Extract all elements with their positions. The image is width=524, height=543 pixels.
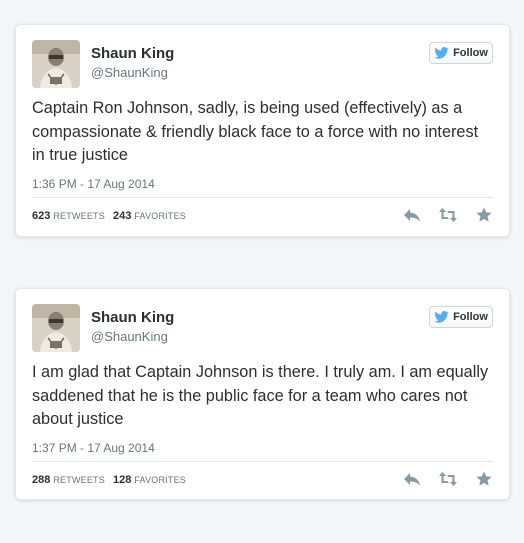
tweet-actions (403, 471, 493, 487)
follow-button-label: Follow (453, 47, 488, 59)
follow-button-label: Follow (453, 311, 488, 323)
divider (32, 461, 493, 462)
divider (32, 197, 493, 198)
tweet-timestamp[interactable]: 1:37 PM - 17 Aug 2014 (32, 441, 155, 455)
retweet-icon[interactable] (439, 207, 457, 223)
follow-button[interactable]: Follow (429, 42, 493, 64)
favorite-count[interactable]: 128 (113, 474, 131, 486)
follow-button[interactable]: Follow (429, 306, 493, 328)
avatar[interactable] (32, 40, 80, 88)
user-handle[interactable]: @ShaunKing (91, 329, 168, 344)
favorite-count-label[interactable]: FAVORITES (134, 211, 186, 221)
favorite-count-label[interactable]: FAVORITES (134, 475, 186, 485)
retweet-count[interactable]: 288 (32, 474, 50, 486)
twitter-bird-icon (434, 311, 449, 323)
reply-icon[interactable] (403, 207, 421, 223)
tweet-text: I am glad that Captain Johnson is there.… (32, 363, 489, 428)
avatar[interactable] (32, 304, 80, 352)
favorite-count[interactable]: 243 (113, 210, 131, 222)
tweet-timestamp[interactable]: 1:36 PM - 17 Aug 2014 (32, 177, 155, 191)
tweet-header: Shaun King @ShaunKing Follow (32, 40, 493, 88)
star-icon[interactable] (475, 471, 493, 487)
tweet-card: Shaun King @ShaunKing Follow I am glad t… (15, 288, 510, 500)
tweet-card: Shaun King @ShaunKing Follow Captain Ron… (15, 24, 510, 237)
tweet-stats: 288 RETWEETS 128 FAVORITES (32, 474, 186, 486)
tweet-stats: 623 RETWEETS 243 FAVORITES (32, 210, 186, 222)
user-name[interactable]: Shaun King (91, 45, 174, 62)
twitter-bird-icon (434, 47, 449, 59)
user-handle[interactable]: @ShaunKing (91, 65, 168, 80)
retweet-count-label[interactable]: RETWEETS (53, 211, 105, 221)
tweet-actions (403, 207, 493, 223)
user-name[interactable]: Shaun King (91, 309, 174, 326)
retweet-icon[interactable] (439, 471, 457, 487)
retweet-count-label[interactable]: RETWEETS (53, 475, 105, 485)
reply-icon[interactable] (403, 471, 421, 487)
retweet-count[interactable]: 623 (32, 210, 50, 222)
tweet-text: Captain Ron Johnson, sadly, is being use… (32, 99, 479, 164)
tweet-header: Shaun King @ShaunKing Follow (32, 304, 493, 352)
star-icon[interactable] (475, 207, 493, 223)
